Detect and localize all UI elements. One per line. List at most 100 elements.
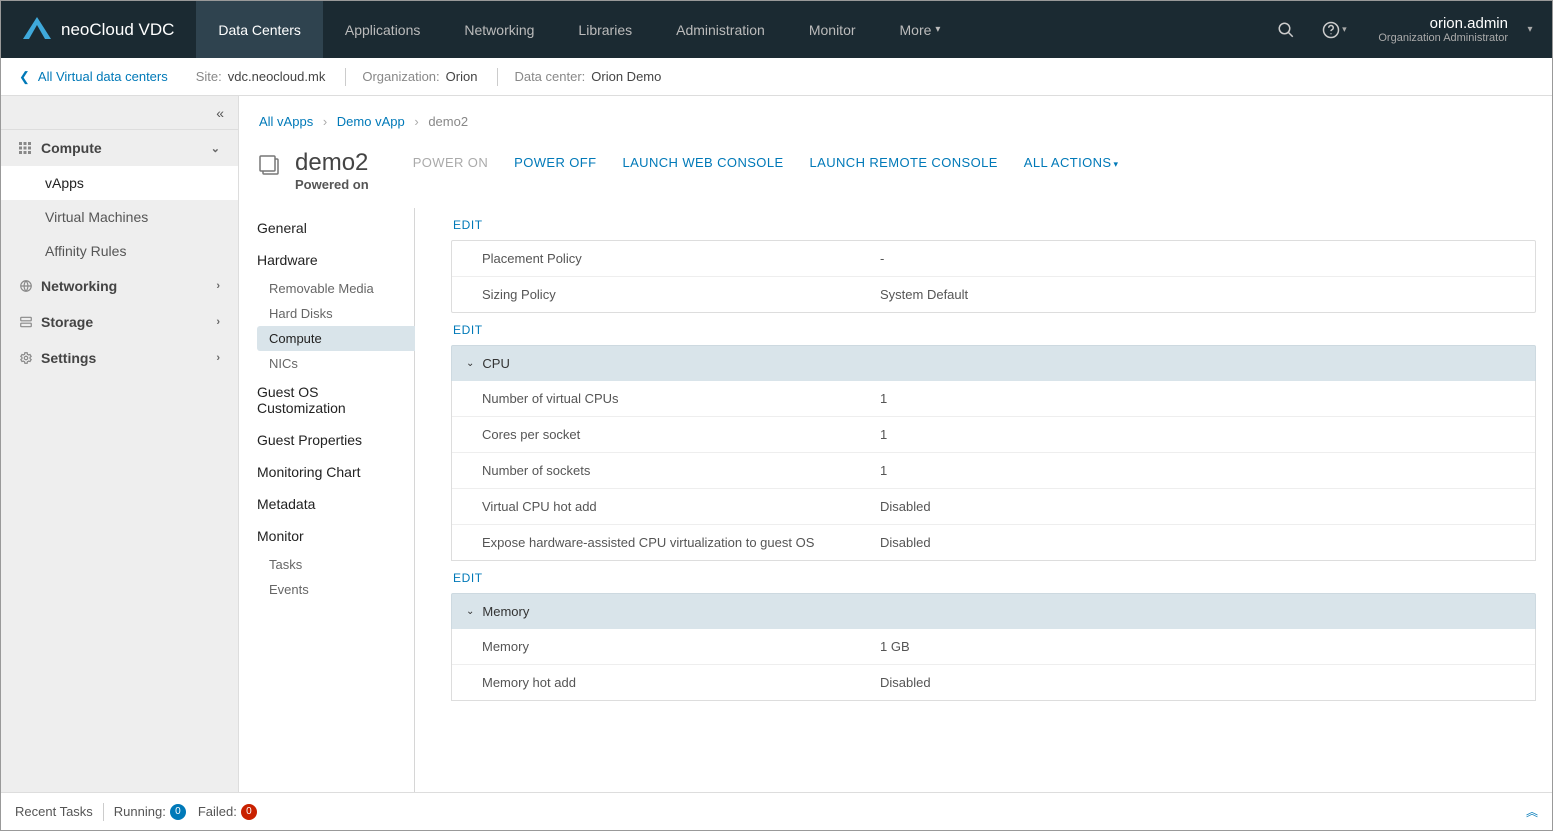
expand-tasks-button[interactable]: ︽ xyxy=(1526,803,1538,820)
separator xyxy=(497,68,498,86)
side2-compute[interactable]: Compute xyxy=(257,326,415,351)
secondary-sidebar: General Hardware Removable Media Hard Di… xyxy=(257,208,415,792)
side2-hardware[interactable]: Hardware xyxy=(257,244,414,276)
primary-sidebar: « Compute⌄ vApps Virtual Machines Affini… xyxy=(1,96,239,792)
sidebar-group-compute-header[interactable]: Compute⌄ xyxy=(1,130,238,166)
edit-cpu-button[interactable]: EDIT xyxy=(453,323,1536,337)
nav-tab-libraries[interactable]: Libraries xyxy=(556,1,654,58)
chevron-down-icon: ▾ xyxy=(935,24,940,35)
network-icon xyxy=(19,279,33,293)
content-area: All vApps › Demo vApp › demo2 demo2 Powe… xyxy=(239,96,1552,792)
side2-guest-os-customization[interactable]: Guest OS Customization xyxy=(257,376,414,424)
dc-label: Data center: xyxy=(514,69,585,84)
chevron-right-icon: › xyxy=(414,114,418,129)
double-chevron-up-icon: ︽ xyxy=(1526,805,1538,819)
separator xyxy=(345,68,346,86)
crumb-demo-vapp[interactable]: Demo vApp xyxy=(337,114,405,129)
page-title: demo2 xyxy=(295,149,369,177)
table-row: Memory1 GB xyxy=(452,629,1535,665)
edit-memory-button[interactable]: EDIT xyxy=(453,571,1536,585)
side2-removable-media[interactable]: Removable Media xyxy=(257,276,414,301)
site-value: vdc.neocloud.mk xyxy=(228,69,326,84)
back-to-vdcs-link[interactable]: ❮ All Virtual data centers xyxy=(19,69,168,85)
side2-tasks[interactable]: Tasks xyxy=(257,552,414,577)
side2-hard-disks[interactable]: Hard Disks xyxy=(257,301,414,326)
sidebar-group-settings-header[interactable]: Settings› xyxy=(1,340,238,376)
nav-tab-applications[interactable]: Applications xyxy=(323,1,443,58)
chevron-right-icon: › xyxy=(323,114,327,129)
cpu-section-header[interactable]: ⌄ CPU xyxy=(451,345,1536,381)
page-header: demo2 Powered on POWER ON POWER OFF LAUN… xyxy=(257,149,1536,192)
chevron-down-icon: ▾ xyxy=(1518,24,1542,35)
side2-metadata[interactable]: Metadata xyxy=(257,488,414,520)
separator xyxy=(103,803,104,821)
breadcrumb: All vApps › Demo vApp › demo2 xyxy=(257,114,1536,129)
side2-general[interactable]: General xyxy=(257,212,414,244)
user-role: Organization Administrator xyxy=(1378,32,1508,44)
chevron-down-icon: ⌄ xyxy=(466,606,474,617)
sidebar-item-affinity-rules[interactable]: Affinity Rules xyxy=(1,234,238,268)
side2-monitor[interactable]: Monitor xyxy=(257,520,414,552)
brand[interactable]: neoCloud VDC xyxy=(1,1,196,58)
side2-guest-properties[interactable]: Guest Properties xyxy=(257,424,414,456)
side2-nics[interactable]: NICs xyxy=(257,351,414,376)
table-row: Number of virtual CPUs1 xyxy=(452,381,1535,417)
search-button[interactable] xyxy=(1264,1,1308,58)
side2-events[interactable]: Events xyxy=(257,577,414,602)
row-value: System Default xyxy=(880,287,1523,302)
crumb-all-vapps[interactable]: All vApps xyxy=(259,114,313,129)
nav-tab-administration[interactable]: Administration xyxy=(654,1,787,58)
top-nav: neoCloud VDC Data Centers Applications N… xyxy=(1,1,1552,58)
sidebar-group-storage-header[interactable]: Storage› xyxy=(1,304,238,340)
sidebar-group-networking-header[interactable]: Networking› xyxy=(1,268,238,304)
brand-logo-icon xyxy=(23,17,51,42)
row-value: - xyxy=(880,251,1523,266)
user-name: orion.admin xyxy=(1430,15,1508,32)
nav-tab-networking[interactable]: Networking xyxy=(442,1,556,58)
cpu-table: Number of virtual CPUs1 Cores per socket… xyxy=(451,381,1536,561)
nav-tab-more[interactable]: More▾ xyxy=(878,1,963,58)
search-icon xyxy=(1277,21,1295,39)
chevron-right-icon: › xyxy=(216,280,220,292)
crumb-current: demo2 xyxy=(428,114,468,129)
action-launch-remote-console[interactable]: LAUNCH REMOTE CONSOLE xyxy=(810,155,998,170)
context-bar: ❮ All Virtual data centers Site: vdc.neo… xyxy=(1,58,1552,96)
user-menu[interactable]: orion.admin Organization Administrator xyxy=(1360,15,1514,44)
row-key: Sizing Policy xyxy=(482,287,880,302)
sidebar-item-vapps[interactable]: vApps xyxy=(1,166,238,200)
collapse-sidebar-button[interactable]: « xyxy=(1,96,238,130)
nav-tabs: Data Centers Applications Networking Lib… xyxy=(196,1,962,58)
dc-value: Orion Demo xyxy=(591,69,661,84)
nav-right: ▾ orion.admin Organization Administrator… xyxy=(1254,1,1552,58)
table-row: Number of sockets1 xyxy=(452,453,1535,489)
action-power-off[interactable]: POWER OFF xyxy=(514,155,596,170)
recent-tasks-label: Recent Tasks xyxy=(15,804,93,819)
gear-icon xyxy=(19,351,33,365)
memory-table: Memory1 GB Memory hot addDisabled xyxy=(451,629,1536,701)
table-row: Placement Policy - xyxy=(452,241,1535,277)
vm-status: Powered on xyxy=(295,177,369,192)
help-button[interactable]: ▾ xyxy=(1312,1,1356,58)
brand-name: neoCloud VDC xyxy=(61,20,174,40)
grid-icon xyxy=(19,142,33,154)
failed-label: Failed: xyxy=(198,804,237,819)
table-row: Expose hardware-assisted CPU virtualizat… xyxy=(452,525,1535,560)
edit-policy-button[interactable]: EDIT xyxy=(453,218,1536,232)
chevron-down-icon: ▾ xyxy=(1114,159,1119,169)
failed-count-badge: 0 xyxy=(241,804,257,820)
table-row: Virtual CPU hot addDisabled xyxy=(452,489,1535,525)
chevron-down-icon: ▾ xyxy=(1342,24,1347,35)
running-count-badge: 0 xyxy=(170,804,186,820)
sidebar-item-virtual-machines[interactable]: Virtual Machines xyxy=(1,200,238,234)
nav-tab-monitor[interactable]: Monitor xyxy=(787,1,878,58)
action-launch-web-console[interactable]: LAUNCH WEB CONSOLE xyxy=(622,155,783,170)
policy-table: Placement Policy - Sizing Policy System … xyxy=(451,240,1536,313)
running-label: Running: xyxy=(114,804,166,819)
nav-tab-data-centers[interactable]: Data Centers xyxy=(196,1,322,58)
row-key: Placement Policy xyxy=(482,251,880,266)
detail-panel[interactable]: EDIT Placement Policy - Sizing Policy Sy… xyxy=(415,208,1536,792)
memory-section-header[interactable]: ⌄ Memory xyxy=(451,593,1536,629)
action-all-actions[interactable]: ALL ACTIONS▾ xyxy=(1024,155,1119,170)
storage-icon xyxy=(19,315,33,329)
side2-monitoring-chart[interactable]: Monitoring Chart xyxy=(257,456,414,488)
